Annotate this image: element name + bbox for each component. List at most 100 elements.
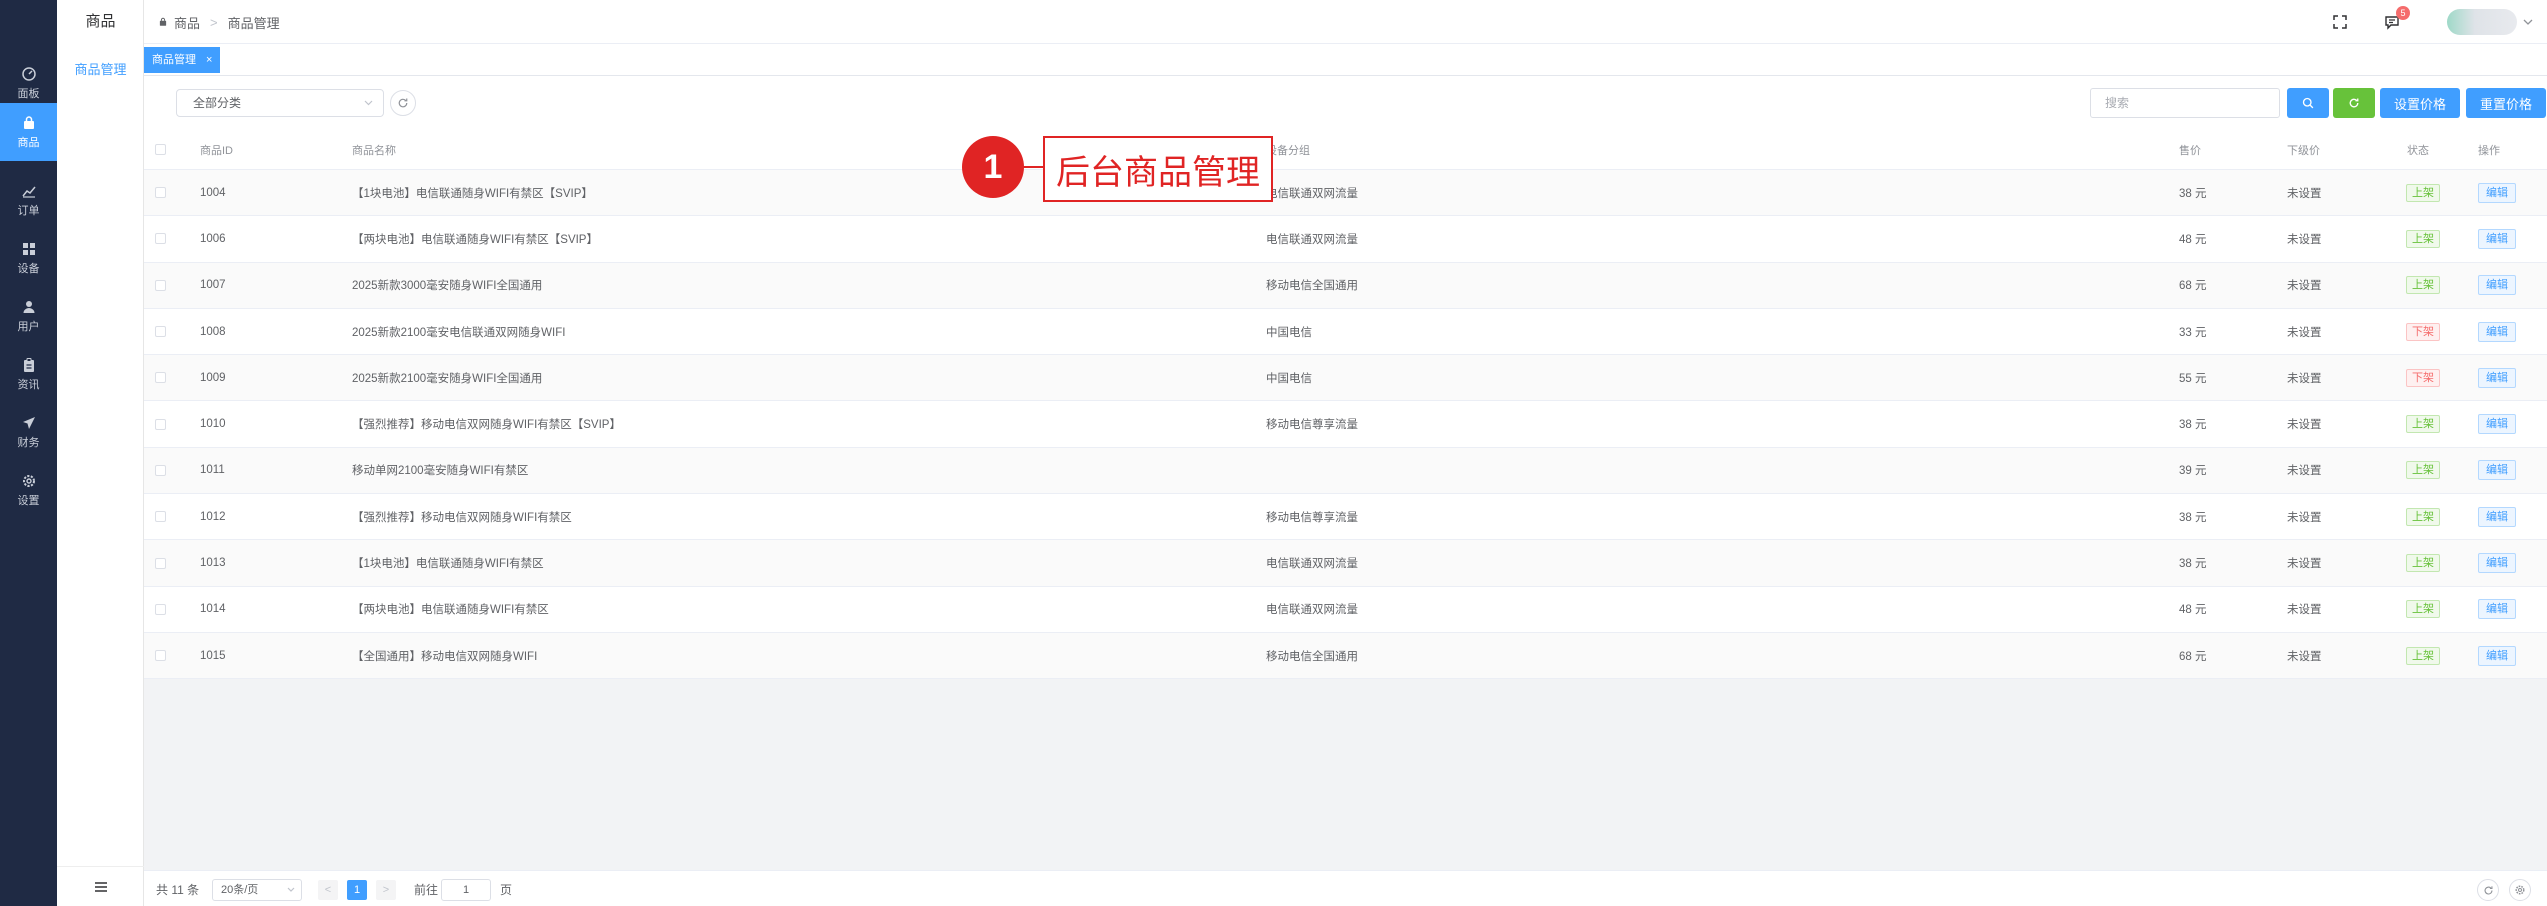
edit-button[interactable]: 编辑	[2478, 275, 2516, 296]
breadcrumb-products[interactable]: 商品	[174, 13, 200, 32]
table-row: 1014 【两块电池】电信联通随身WIFI有禁区 电信联通双网流量 48 元 未设置 上架…	[144, 587, 2547, 633]
rail-item-label: 财务	[17, 436, 40, 449]
edit-button[interactable]: 编辑	[2478, 645, 2516, 666]
table-row: 1009 2025新款2100毫安随身WIFI全国通用 中国电信 55 元 未设置 下架 编…	[144, 355, 2547, 402]
cell-id: 1011	[200, 464, 225, 477]
search-input[interactable]	[2090, 88, 2280, 118]
submenu-title: 商品	[85, 13, 116, 30]
cell-id: 1012	[200, 510, 226, 523]
cell-name: 移动单网2100毫安随身WIFI有禁区	[352, 465, 529, 478]
status-badge[interactable]: 上架	[2406, 507, 2440, 526]
cell-lower-price: 未设置	[2287, 465, 2322, 478]
cell-id: 1007	[200, 279, 226, 292]
row-checkbox[interactable]	[155, 603, 166, 615]
edit-button[interactable]: 编辑	[2478, 228, 2516, 249]
status-badge[interactable]: 上架	[2406, 276, 2440, 295]
cell-price: 48 元	[2179, 233, 2207, 246]
rail-item-label: 面板	[17, 87, 40, 100]
home-bag-icon	[159, 17, 167, 26]
refresh-button[interactable]	[2333, 88, 2375, 118]
row-checkbox[interactable]	[155, 279, 166, 291]
edit-button[interactable]: 编辑	[2478, 599, 2516, 620]
hamburger-icon	[94, 881, 107, 892]
prev-page-button[interactable]: <	[318, 880, 338, 900]
cell-price: 55 元	[2179, 372, 2207, 385]
rail-item-products[interactable]: 商品	[0, 103, 57, 161]
set-price-button[interactable]: 设置价格	[2380, 88, 2460, 118]
select-all-checkbox[interactable]	[155, 144, 166, 155]
rail-item-users[interactable]: 用户	[0, 287, 57, 345]
row-checkbox[interactable]	[155, 233, 166, 245]
cell-lower-price: 未设置	[2287, 372, 2322, 385]
rail-item-finance[interactable]: 财务	[0, 403, 57, 461]
header-name: 商品名称	[352, 144, 396, 157]
breadcrumb-separator: >	[210, 14, 218, 30]
tab-product-management[interactable]: 商品管理 ×	[144, 47, 221, 73]
row-checkbox[interactable]	[155, 187, 166, 199]
goto-page-input[interactable]: 1	[441, 879, 491, 901]
avatar[interactable]	[2447, 9, 2517, 35]
submenu-item-product-management[interactable]: 商品管理	[57, 52, 144, 88]
row-checkbox[interactable]	[155, 511, 166, 523]
cell-id: 1009	[200, 371, 226, 384]
cell-id: 1014	[200, 603, 226, 616]
edit-button[interactable]: 编辑	[2478, 182, 2516, 203]
status-badge[interactable]: 上架	[2406, 183, 2440, 202]
rail-item-orders[interactable]: 订单	[0, 171, 57, 229]
reset-price-button[interactable]: 重置价格	[2466, 88, 2546, 118]
status-badge[interactable]: 下架	[2406, 368, 2440, 387]
total-count: 共 11 条	[156, 882, 200, 897]
category-select[interactable]: 全部分类	[176, 89, 384, 117]
cell-name: 2025新款2100毫安随身WIFI全国通用	[352, 372, 543, 385]
rail-item-news[interactable]: 资讯	[0, 345, 57, 403]
rail-item-settings[interactable]: 设置	[0, 461, 57, 519]
chevron-down-icon	[364, 90, 373, 125]
fullscreen-button[interactable]	[2330, 12, 2350, 32]
cell-lower-price: 未设置	[2287, 280, 2322, 293]
collapse-menu-button[interactable]	[57, 866, 144, 906]
edit-button[interactable]: 编辑	[2478, 460, 2516, 481]
edit-button[interactable]: 编辑	[2478, 321, 2516, 342]
header-id: 商品ID	[200, 144, 233, 157]
table-row: 1004 【1块电池】电信联通随身WIFI有禁区【SVIP】 电信联通双网流量 38 …	[144, 170, 2547, 217]
next-page-button[interactable]: >	[376, 880, 396, 900]
cell-name: 【两块电池】电信联通随身WIFI有禁区	[352, 604, 549, 617]
status-badge[interactable]: 上架	[2406, 554, 2440, 573]
status-badge[interactable]: 下架	[2406, 322, 2440, 341]
close-icon[interactable]: ×	[206, 47, 212, 73]
refresh-table-button[interactable]	[2477, 879, 2499, 901]
cell-name: 2025新款2100毫安电信联通双网随身WIFI	[352, 326, 566, 339]
row-checkbox[interactable]	[155, 464, 166, 476]
status-badge[interactable]: 上架	[2406, 461, 2440, 480]
rail-item-devices[interactable]: 设备	[0, 229, 57, 287]
annotation-marker: 1	[962, 136, 1024, 198]
order-chart-icon	[21, 186, 36, 198]
status-badge[interactable]: 上架	[2406, 600, 2440, 619]
main-nav-rail: 面板 商品 订单 设备 用户 资讯 财务 设置	[0, 0, 57, 906]
page-size-select[interactable]: 20条/页	[212, 879, 302, 901]
edit-button[interactable]: 编辑	[2478, 367, 2516, 388]
edit-button[interactable]: 编辑	[2478, 414, 2516, 435]
row-checkbox[interactable]	[155, 372, 166, 384]
status-badge[interactable]: 上架	[2406, 646, 2440, 665]
gear-icon	[22, 474, 35, 487]
edit-button[interactable]: 编辑	[2478, 506, 2516, 527]
row-checkbox[interactable]	[155, 326, 166, 338]
table-settings-button[interactable]	[2509, 879, 2531, 901]
refresh-category-button[interactable]	[390, 90, 416, 116]
chevron-down-icon[interactable]	[2523, 14, 2533, 28]
row-checkbox[interactable]	[155, 557, 166, 569]
row-checkbox[interactable]	[155, 418, 166, 430]
cell-price: 38 元	[2179, 511, 2207, 524]
status-badge[interactable]: 上架	[2406, 415, 2440, 434]
status-badge[interactable]: 上架	[2406, 229, 2440, 248]
search-button[interactable]	[2287, 88, 2329, 118]
cell-group: 电信联通双网流量	[1266, 558, 1358, 571]
messages-button[interactable]: 5	[2382, 6, 2410, 32]
table-row: 1015 【全国通用】移动电信双网随身WIFI 移动电信全国通用 68 元 未设置 上架 编…	[144, 633, 2547, 680]
edit-button[interactable]: 编辑	[2478, 553, 2516, 574]
page-number-1[interactable]: 1	[347, 880, 367, 900]
row-checkbox[interactable]	[155, 650, 166, 662]
annotation-connector	[1022, 166, 1044, 168]
cell-price: 68 元	[2179, 650, 2207, 663]
